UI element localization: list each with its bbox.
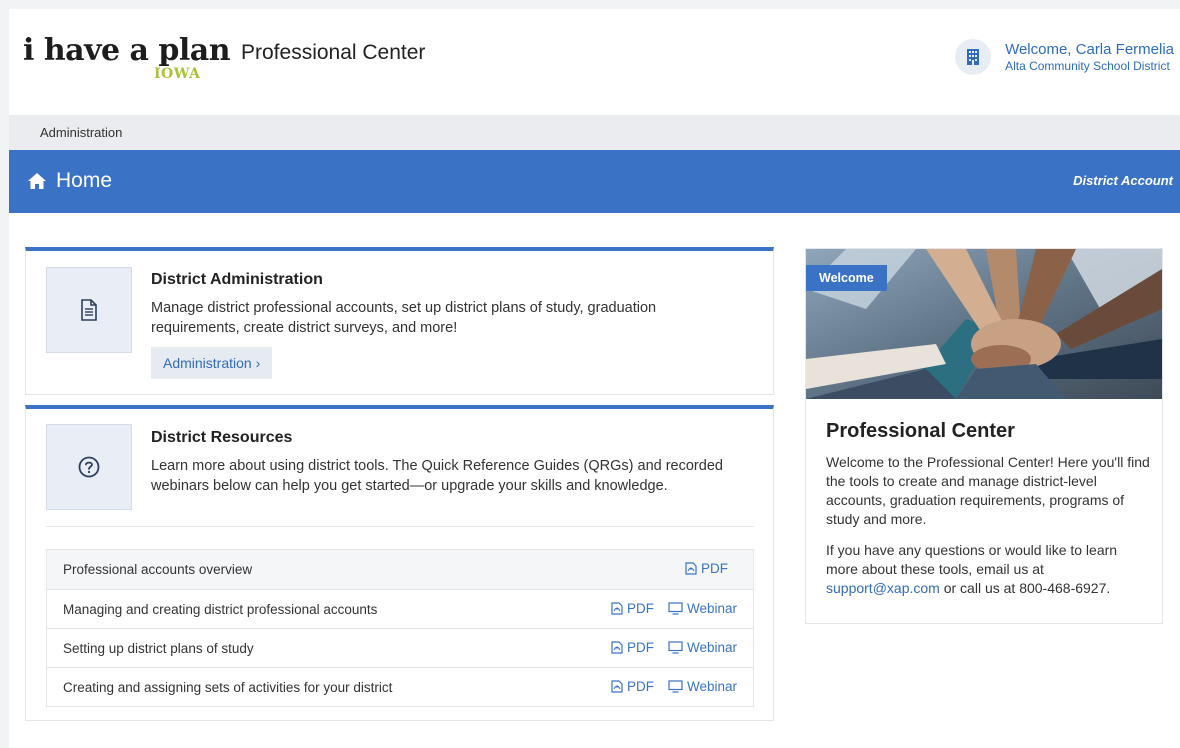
- contact-suffix: or call us at 800-468-6927.: [939, 580, 1111, 596]
- contact-paragraph: If you have any questions or would like …: [826, 541, 1151, 598]
- resource-links: PDF: [671, 561, 728, 576]
- page-title: Home: [27, 169, 112, 193]
- user-welcome[interactable]: Welcome, Carla Fermelia: [1005, 41, 1174, 59]
- professional-center-title: Professional Center: [826, 420, 1015, 442]
- support-email-link[interactable]: support@xap.com: [826, 580, 940, 596]
- administration-button[interactable]: Administration ›: [151, 347, 273, 379]
- building-icon: [955, 39, 992, 75]
- page-bar: Home District Account: [9, 150, 1180, 213]
- webinar-label: Webinar: [686, 601, 737, 616]
- app-title: Professional Center: [241, 41, 426, 64]
- monitor-icon: [668, 680, 683, 693]
- resource-name: Setting up district plans of study: [63, 641, 254, 656]
- logo-sub: IOWA: [154, 66, 201, 82]
- district-resources-description: Learn more about using district tools. T…: [151, 458, 723, 494]
- welcome-paragraph: Welcome to the Professional Center! Here…: [826, 454, 1150, 527]
- page: i have a plan IOWA Professional Center W…: [9, 9, 1180, 748]
- district-resources-title: District Resources: [151, 429, 293, 446]
- subnav: Administration: [9, 115, 1180, 150]
- pdf-label: PDF: [701, 561, 728, 576]
- subnav-item-administration[interactable]: Administration: [40, 125, 122, 140]
- resource-table: Professional accounts overview PDF Manag…: [46, 549, 754, 707]
- account-type-label: District Account: [1073, 173, 1173, 188]
- pdf-label: PDF: [626, 679, 654, 694]
- district-administration-card: District Administration Manage district …: [25, 247, 774, 395]
- logo-text: i have a plan: [23, 33, 231, 68]
- table-row: Creating and assigning sets of activitie…: [47, 667, 753, 706]
- pdf-link[interactable]: PDF: [685, 561, 728, 576]
- resource-name: Creating and assigning sets of activitie…: [63, 680, 393, 695]
- pdf-icon: [611, 602, 623, 615]
- table-row: Professional accounts overview PDF: [47, 550, 753, 589]
- webinar-label: Webinar: [686, 679, 737, 694]
- header: i have a plan IOWA Professional Center W…: [9, 9, 1180, 115]
- question-icon-box: [46, 424, 132, 510]
- pdf-icon: [611, 680, 623, 693]
- pdf-link[interactable]: PDF: [611, 640, 654, 655]
- logo[interactable]: i have a plan IOWA: [23, 33, 231, 82]
- district-administration-description: Manage district professional accounts, s…: [151, 300, 657, 336]
- welcome-card: Welcome Professional Center Welcome to t…: [805, 248, 1163, 624]
- user-menu[interactable]: Welcome, Carla Fermelia Alta Community S…: [955, 35, 1174, 79]
- welcome-tag: Welcome: [806, 265, 887, 291]
- user-district[interactable]: Alta Community School District: [1005, 59, 1174, 73]
- district-administration-title: District Administration: [151, 271, 323, 288]
- hands-together-photo: Welcome: [806, 249, 1162, 399]
- document-icon-box: [46, 267, 132, 353]
- webinar-link[interactable]: Webinar: [668, 679, 737, 694]
- home-icon: [28, 173, 46, 189]
- document-icon: [81, 299, 97, 321]
- webinar-link[interactable]: Webinar: [668, 601, 737, 616]
- pdf-label: PDF: [626, 640, 654, 655]
- pdf-icon: [611, 641, 623, 654]
- webinar-link[interactable]: Webinar: [668, 640, 737, 655]
- district-resources-card: District Resources Learn more about usin…: [25, 405, 774, 721]
- webinar-label: Webinar: [686, 640, 737, 655]
- resource-name: Professional accounts overview: [63, 562, 253, 577]
- monitor-icon: [668, 641, 683, 654]
- divider: [46, 526, 754, 527]
- pdf-link[interactable]: PDF: [611, 601, 654, 616]
- table-row: Managing and creating district professio…: [47, 589, 753, 628]
- pdf-label: PDF: [626, 601, 654, 616]
- resource-links: PDF Webinar: [597, 679, 737, 694]
- user-info: Welcome, Carla Fermelia Alta Community S…: [1005, 41, 1174, 73]
- monitor-icon: [668, 602, 683, 615]
- resource-links: PDF Webinar: [597, 601, 737, 616]
- table-row: Setting up district plans of study PDF W…: [47, 628, 753, 667]
- resource-links: PDF Webinar: [597, 640, 737, 655]
- question-circle-icon: [78, 456, 100, 478]
- resource-name: Managing and creating district professio…: [63, 602, 378, 617]
- contact-prefix: If you have any questions or would like …: [826, 542, 1118, 577]
- pdf-icon: [685, 562, 697, 575]
- pdf-link[interactable]: PDF: [611, 679, 654, 694]
- page-title-text: Home: [56, 169, 113, 192]
